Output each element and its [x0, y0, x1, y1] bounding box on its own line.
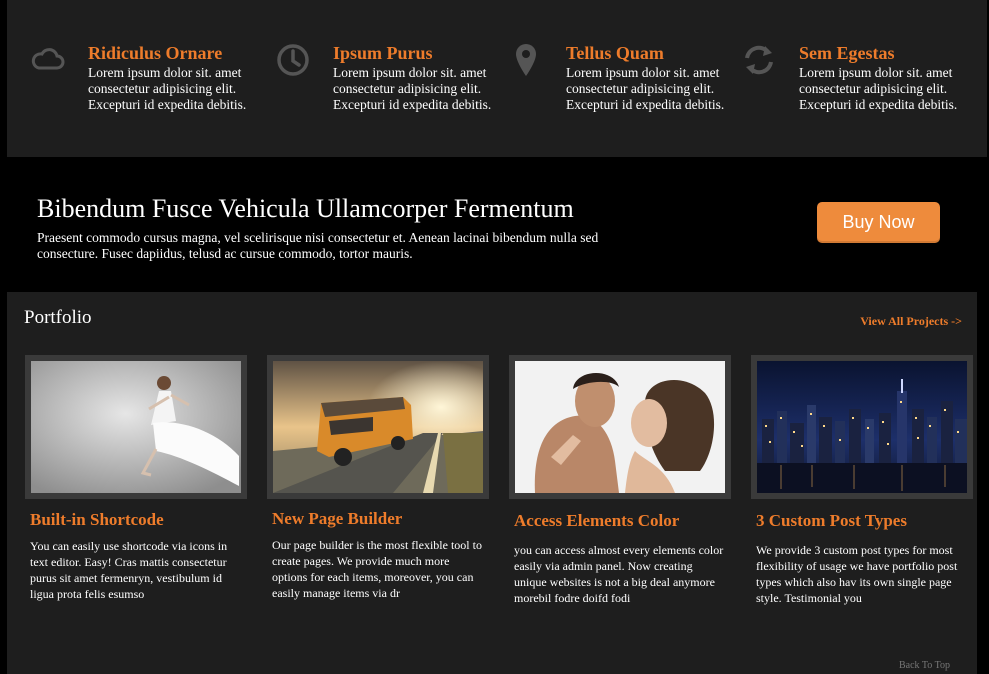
portfolio-item[interactable]: 3 Custom Post Types We provide 3 custom …: [751, 355, 973, 606]
refresh-icon: [741, 42, 777, 78]
feature-text: Lorem ipsum dolor sit. amet consectetur …: [88, 65, 247, 112]
back-to-top-link[interactable]: Back To Top: [899, 660, 950, 671]
feature-item: Ridiculus Ornare Lorem ipsum dolor sit. …: [31, 42, 288, 113]
city-night-photo: [757, 361, 967, 493]
promo-heading: Bibendum Fusce Vehicula Ullamcorper Ferm…: [37, 194, 574, 223]
feature-title: Sem Egestas: [799, 43, 895, 63]
feature-title: Tellus Quam: [566, 43, 664, 63]
feature-item: Ipsum Purus Lorem ipsum dolor sit. amet …: [277, 42, 533, 113]
portfolio-item[interactable]: Access Elements Color you can access alm…: [509, 355, 731, 606]
portfolio-thumbnail[interactable]: [509, 355, 731, 499]
feature-title: Ridiculus Ornare: [88, 43, 223, 63]
buy-now-button[interactable]: Buy Now: [817, 202, 940, 243]
portfolio-item[interactable]: New Page Builder Our page builder is the…: [267, 355, 489, 601]
dancer-photo: [31, 361, 241, 493]
portfolio-item-text: you can access almost every elements col…: [514, 543, 724, 605]
portfolio-thumbnail[interactable]: [751, 355, 973, 499]
feature-item: Tellus Quam Lorem ipsum dolor sit. amet …: [516, 42, 766, 113]
cloud-icon: [30, 42, 66, 78]
bus-photo: [273, 361, 483, 493]
portfolio-section: Portfolio View All Projects -> Built-in …: [7, 292, 977, 674]
portfolio-thumbnail[interactable]: [25, 355, 247, 499]
portfolio-item-text: We provide 3 custom post types for most …: [756, 543, 958, 605]
view-all-projects-link[interactable]: View All Projects ->: [860, 314, 962, 329]
portfolio-item-text: You can easily use shortcode via icons i…: [30, 539, 228, 601]
clock-icon: [275, 42, 311, 78]
feature-item: Sem Egestas Lorem ipsum dolor sit. amet …: [745, 42, 989, 113]
couple-photo: [515, 361, 725, 493]
feature-title: Ipsum Purus: [333, 43, 433, 63]
portfolio-title: Portfolio: [24, 307, 92, 328]
portfolio-item-text: Our page builder is the most flexible to…: [272, 538, 482, 600]
portfolio-item[interactable]: Built-in Shortcode You can easily use sh…: [25, 355, 247, 602]
portfolio-item-title[interactable]: New Page Builder: [272, 508, 489, 530]
map-pin-icon: [508, 42, 544, 78]
feature-text: Lorem ipsum dolor sit. amet consectetur …: [566, 65, 725, 112]
portfolio-item-title[interactable]: 3 Custom Post Types: [756, 510, 973, 532]
feature-text: Lorem ipsum dolor sit. amet consectetur …: [799, 65, 958, 112]
promo-text: Praesent commodo cursus magna, vel sceli…: [37, 230, 599, 261]
features-section: Ridiculus Ornare Lorem ipsum dolor sit. …: [7, 0, 987, 157]
feature-text: Lorem ipsum dolor sit. amet consectetur …: [333, 65, 492, 112]
portfolio-item-title[interactable]: Access Elements Color: [514, 510, 731, 532]
portfolio-thumbnail[interactable]: [267, 355, 489, 499]
portfolio-item-title[interactable]: Built-in Shortcode: [30, 509, 247, 531]
